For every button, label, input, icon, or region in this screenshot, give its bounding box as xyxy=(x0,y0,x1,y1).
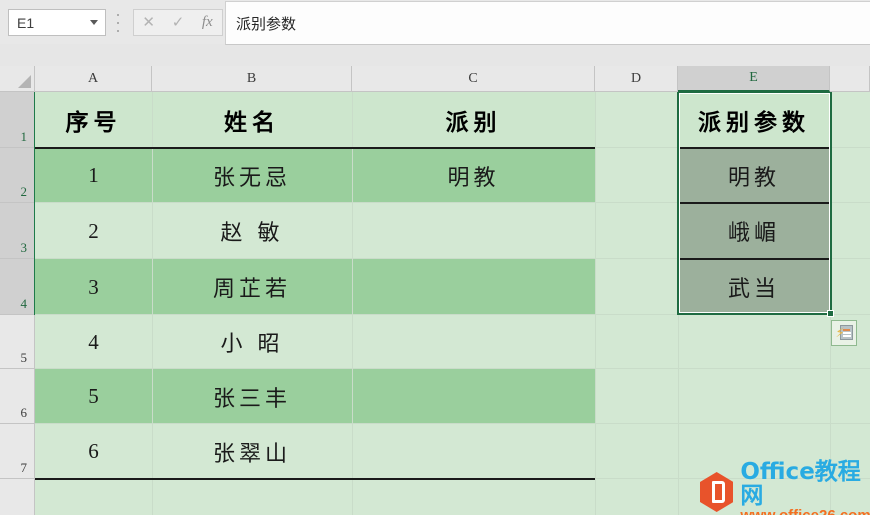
formula-bar-divider xyxy=(113,14,123,32)
watermark-site-name: Office教程网 xyxy=(740,459,861,510)
column-header-e[interactable]: E xyxy=(678,66,830,92)
column-header-row: A B C D E xyxy=(0,66,870,92)
formula-action-group: ✕ ✓ fx xyxy=(133,9,223,36)
watermark: Office教程网 www.office26.com xyxy=(700,460,870,515)
formula-input[interactable]: 派别参数 xyxy=(225,1,870,45)
paste-options-button[interactable]: ⚡ xyxy=(831,320,857,346)
cell-c2[interactable]: 明教 xyxy=(352,148,595,203)
row-header-2[interactable]: 2 xyxy=(0,148,35,203)
cell-b3[interactable]: 赵 敏 xyxy=(152,203,352,259)
cell-b7[interactable]: 张翠山 xyxy=(152,424,352,479)
cell-e2[interactable]: 明教 xyxy=(678,149,830,203)
cell-e1[interactable]: 派别参数 xyxy=(678,92,830,148)
cell-c5[interactable] xyxy=(352,315,595,369)
row-header-1[interactable]: 1 xyxy=(0,92,35,148)
column-header-d[interactable]: D xyxy=(595,66,678,92)
watermark-site-url: www.office26.com xyxy=(740,508,870,515)
chevron-down-icon[interactable] xyxy=(83,10,105,35)
row-header-8[interactable] xyxy=(0,479,35,515)
cell-e3[interactable]: 峨嵋 xyxy=(678,204,830,258)
fill-handle[interactable] xyxy=(827,310,834,317)
cell-b4[interactable]: 周芷若 xyxy=(152,259,352,315)
name-box[interactable]: E1 xyxy=(8,9,106,36)
cell-a2[interactable]: 1 xyxy=(35,148,152,203)
table-header-seq[interactable]: 序号 xyxy=(35,92,152,148)
row-header-6[interactable]: 6 xyxy=(0,369,35,424)
excel-window: E1 ✕ ✓ fx 派别参数 A B C D E 1 2 3 4 5 6 7 序… xyxy=(0,0,870,515)
row-header-5[interactable]: 5 xyxy=(0,315,35,369)
column-header-c[interactable]: C xyxy=(352,66,595,92)
cell-a3[interactable]: 2 xyxy=(35,203,152,259)
column-header-b[interactable]: B xyxy=(152,66,352,92)
row-header-7[interactable]: 7 xyxy=(0,424,35,479)
clipboard-paste-icon: ⚡ xyxy=(836,324,853,342)
cell-c4[interactable] xyxy=(352,259,595,315)
row-header-3[interactable]: 3 xyxy=(0,203,35,259)
close-icon[interactable]: ✕ xyxy=(135,10,163,35)
cell-a7[interactable]: 6 xyxy=(35,424,152,479)
cell-c6[interactable] xyxy=(352,369,595,424)
gridline-c-d xyxy=(595,92,596,515)
cell-a5[interactable]: 4 xyxy=(35,315,152,369)
office-logo-icon xyxy=(700,472,734,513)
cell-b5[interactable]: 小 昭 xyxy=(152,315,352,369)
cell-c7[interactable] xyxy=(352,424,595,479)
table-header-name[interactable]: 姓名 xyxy=(152,92,352,148)
table-header-sect[interactable]: 派别 xyxy=(352,92,595,148)
column-header-a[interactable]: A xyxy=(35,66,152,92)
column-header-f[interactable] xyxy=(830,66,870,92)
cell-b6[interactable]: 张三丰 xyxy=(152,369,352,424)
cell-b2[interactable]: 张无忌 xyxy=(152,148,352,203)
insert-function-icon[interactable]: fx xyxy=(193,10,221,35)
name-box-value: E1 xyxy=(17,14,35,31)
select-all-triangle-icon[interactable] xyxy=(0,66,35,92)
gridline-e-f xyxy=(830,92,831,515)
cell-a6[interactable]: 5 xyxy=(35,369,152,424)
cell-c3[interactable] xyxy=(352,203,595,259)
cell-e4[interactable]: 武当 xyxy=(678,260,830,314)
worksheet-grid[interactable]: 序号 姓名 派别 1 张无忌 明教 2 赵 敏 3 周芷若 4 小 昭 5 张三… xyxy=(35,92,870,515)
formula-bar-strip: E1 ✕ ✓ fx 派别参数 xyxy=(0,0,870,45)
check-icon[interactable]: ✓ xyxy=(164,10,192,35)
row-header-4[interactable]: 4 xyxy=(0,259,35,315)
cell-a4[interactable]: 3 xyxy=(35,259,152,315)
